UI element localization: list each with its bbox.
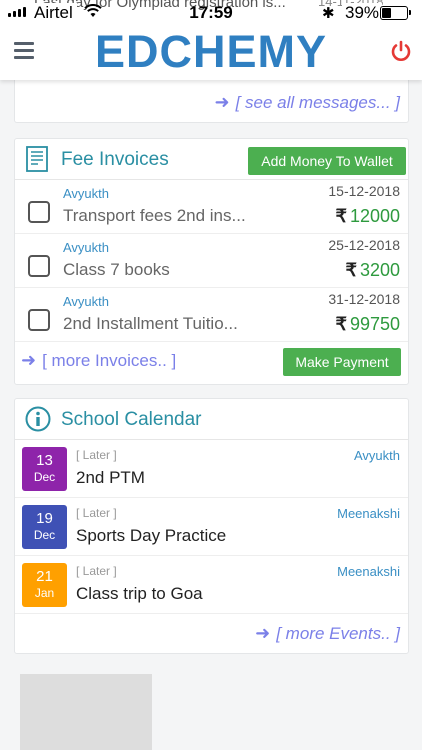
- school-calendar-card: School Calendar 13 Dec [ Later ] 2nd PTM…: [14, 398, 409, 654]
- fee-invoices-card: Fee Invoices Add Money To Wallet Avyukth…: [14, 138, 409, 385]
- invoice-amount: ₹99750: [335, 314, 400, 334]
- event-month: Dec: [33, 528, 56, 542]
- app-header: EDCHEMY: [0, 24, 422, 80]
- bluetooth-icon: ✱: [322, 5, 335, 22]
- invoice-description: 2nd Installment Tuitio...: [63, 314, 238, 333]
- event-date-badge: 21 Jan: [22, 563, 67, 607]
- info-icon: [25, 406, 51, 432]
- event-tag: [ Later ]: [76, 506, 117, 520]
- event-title: Sports Day Practice: [76, 526, 227, 545]
- invoice-description: Transport fees 2nd ins...: [63, 206, 246, 225]
- invoice-student: Avyukth: [63, 186, 110, 201]
- event-date-badge: 13 Dec: [22, 447, 67, 491]
- invoice-student: Avyukth: [63, 294, 110, 309]
- battery-icon: [380, 6, 411, 20]
- school-calendar-header: School Calendar: [15, 399, 408, 440]
- event-day: 13: [36, 452, 53, 469]
- invoice-amount: ₹3200: [345, 260, 401, 280]
- app-logo: EDCHEMY: [94, 26, 328, 77]
- invoice-date: 25-12-2018: [328, 237, 400, 253]
- event-day: 19: [36, 510, 53, 527]
- event-row[interactable]: 21 Jan [ Later ] Class trip to Goa Meena…: [15, 556, 408, 614]
- more-invoices-link[interactable]: ➜[ more Invoices.. ]: [21, 350, 176, 371]
- power-icon[interactable]: [390, 40, 412, 62]
- messages-card: ➜[ see all messages... ]: [14, 80, 409, 123]
- invoice-amount: ₹12000: [335, 206, 400, 226]
- event-month: Dec: [33, 470, 56, 484]
- invoice-date: 15-12-2018: [328, 183, 400, 199]
- battery-percent: 39%: [342, 3, 383, 23]
- event-student: Meenakshi: [337, 564, 400, 579]
- event-date-badge: 19 Dec: [22, 505, 67, 549]
- event-student: Meenakshi: [337, 506, 400, 521]
- image-placeholder: [20, 674, 152, 750]
- add-money-button[interactable]: Add Money To Wallet: [248, 147, 406, 175]
- invoice-checkbox[interactable]: [28, 309, 50, 331]
- invoice-checkbox[interactable]: [28, 201, 50, 223]
- event-day: 21: [36, 568, 53, 585]
- invoice-document-icon: [26, 146, 48, 172]
- event-student: Avyukth: [353, 448, 400, 463]
- invoice-description: Class 7 books: [63, 260, 170, 279]
- event-month: Jan: [34, 586, 55, 600]
- arrow-right-icon: ➜: [214, 92, 230, 112]
- invoice-row: Avyukth Transport fees 2nd ins... 15-12-…: [15, 180, 408, 234]
- school-calendar-title: School Calendar: [61, 409, 202, 430]
- event-row[interactable]: 13 Dec [ Later ] 2nd PTM Avyukth: [15, 440, 408, 498]
- event-title: Class trip to Goa: [76, 584, 203, 603]
- fee-invoices-header: Fee Invoices Add Money To Wallet: [15, 139, 408, 180]
- event-title: 2nd PTM: [76, 468, 145, 487]
- see-all-messages-link[interactable]: ➜[ see all messages... ]: [215, 92, 401, 113]
- event-tag: [ Later ]: [76, 564, 117, 578]
- event-row[interactable]: 19 Dec [ Later ] Sports Day Practice Mee…: [15, 498, 408, 556]
- event-tag: [ Later ]: [76, 448, 117, 462]
- invoice-student: Avyukth: [63, 240, 110, 255]
- fee-invoices-title: Fee Invoices: [61, 149, 169, 170]
- invoice-row: Avyukth 2nd Installment Tuitio... 31-12-…: [15, 288, 408, 342]
- arrow-right-icon: ➜: [21, 350, 37, 370]
- rupee-symbol: ₹: [335, 314, 347, 334]
- invoice-date: 31-12-2018: [328, 291, 400, 307]
- more-events-link[interactable]: ➜[ more Events.. ]: [255, 623, 400, 644]
- arrow-right-icon: ➜: [255, 623, 271, 643]
- invoice-row: Avyukth Class 7 books 25-12-2018 ₹3200: [15, 234, 408, 288]
- make-payment-button[interactable]: Make Payment: [283, 348, 401, 376]
- rupee-symbol: ₹: [335, 206, 347, 226]
- status-bar: Last day for Olympiad registration is...…: [0, 0, 422, 24]
- rupee-symbol: ₹: [345, 260, 357, 280]
- invoice-checkbox[interactable]: [28, 255, 50, 277]
